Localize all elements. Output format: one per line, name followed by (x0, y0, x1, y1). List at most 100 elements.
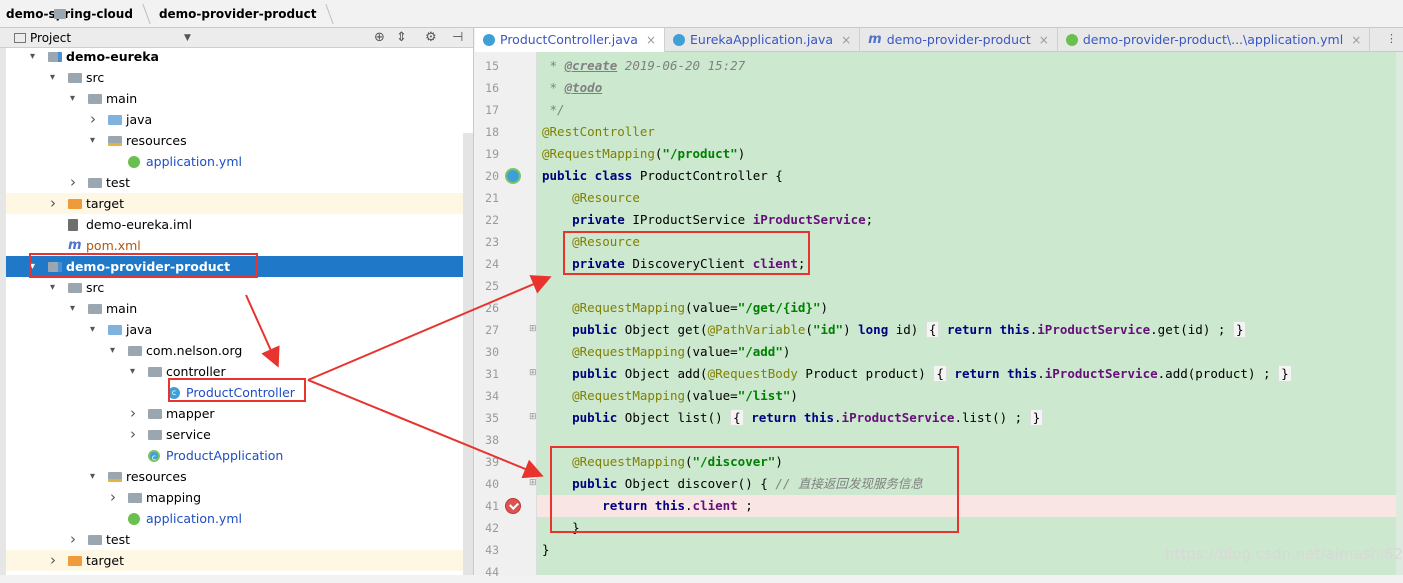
tree-item[interactable]: ▾ main (6, 88, 473, 109)
code-line[interactable]: @Resource (542, 231, 640, 253)
gear-icon[interactable]: ⚙ (425, 30, 437, 45)
tree-item[interactable]: ▾ resources (6, 130, 473, 151)
breadcrumb-item-module[interactable]: demo-provider-product (54, 0, 337, 28)
code-line[interactable]: @RequestMapping("/discover") (542, 451, 783, 473)
hide-icon[interactable]: ⊣ (452, 30, 463, 45)
chevron-right-icon[interactable]: › (70, 529, 76, 550)
code-line[interactable]: @RestController (542, 121, 655, 143)
fold-icon[interactable]: ⊞ (529, 368, 537, 378)
spring-bean-icon[interactable] (505, 168, 521, 184)
chevron-right-icon[interactable]: › (130, 424, 136, 445)
target-icon[interactable]: ⊕ (374, 30, 385, 45)
line-number: 23 (485, 235, 499, 249)
tree-item[interactable]: ▾ java (6, 319, 473, 340)
project-view-selector[interactable]: Project (30, 31, 71, 45)
tree-item[interactable]: › service (6, 424, 473, 445)
chevron-down-icon[interactable]: ▾ (130, 361, 135, 382)
tree-item[interactable]: m pom.xml (6, 235, 473, 256)
chevron-down-icon[interactable]: ▾ (90, 319, 95, 340)
close-icon[interactable]: × (841, 28, 851, 52)
fold-icon[interactable]: ⊞ (529, 324, 537, 334)
code-line[interactable]: public class ProductController { (542, 165, 783, 187)
editor-scrollbar[interactable] (1396, 52, 1403, 575)
tab-label: demo-provider-product (886, 32, 1031, 47)
code-line[interactable]: @RequestMapping(value="/add") (542, 341, 790, 363)
tree-item[interactable]: › target (6, 193, 473, 214)
code-line[interactable]: @RequestMapping(value="/get/{id}") (542, 297, 828, 319)
tree-item[interactable]: › test (6, 529, 473, 550)
editor-tab[interactable]: ProductController.java × (475, 28, 666, 52)
tree-item[interactable]: › mapper (6, 403, 473, 424)
chevron-right-icon[interactable]: › (110, 487, 116, 508)
close-icon[interactable]: × (1351, 28, 1361, 52)
code-line[interactable]: @RequestMapping(value="/list") (542, 385, 798, 407)
tree-item[interactable]: ▾ com.nelson.org (6, 340, 473, 361)
tree-item[interactable]: › test (6, 172, 473, 193)
code-line[interactable]: * @todo (542, 77, 603, 99)
code-line[interactable]: * @create 2019-06-20 15:27 (542, 55, 746, 77)
chevron-right-icon[interactable]: › (50, 550, 56, 571)
tree-item[interactable]: › java (6, 109, 473, 130)
chevron-down-icon[interactable]: ▾ (70, 88, 75, 109)
code-line[interactable]: } (542, 517, 580, 539)
chevron-right-icon[interactable]: › (90, 109, 96, 130)
chevron-down-icon[interactable]: ▾ (110, 340, 115, 361)
spring-config-icon (1065, 34, 1078, 46)
line-number: 27 (485, 323, 499, 337)
code-line[interactable]: } (542, 539, 550, 561)
code-line[interactable]: public Object get(@PathVariable("id") lo… (542, 319, 1247, 341)
chevron-right-icon[interactable]: › (50, 193, 56, 214)
tree-item[interactable]: application.yml (6, 151, 473, 172)
tree-item[interactable]: ▾ main (6, 298, 473, 319)
tree-item[interactable]: › target (6, 550, 473, 571)
chevron-down-icon[interactable]: ▾ (90, 466, 95, 487)
tree-item[interactable]: › mapping (6, 487, 473, 508)
spring-class-icon: c (148, 450, 160, 462)
chevron-down-icon[interactable]: ▾ (90, 130, 95, 151)
tree-item[interactable]: ▾ src (6, 277, 473, 298)
fold-icon[interactable]: ⊞ (529, 412, 537, 422)
code-line[interactable]: public Object list() { return this.iProd… (542, 407, 1044, 429)
chevron-down-icon[interactable]: ▼ (184, 33, 191, 43)
breadcrumb-item-root[interactable]: demo-spring-cloud (0, 0, 153, 28)
chevron-right-icon[interactable]: › (70, 172, 76, 193)
breakpoint-icon[interactable] (505, 498, 521, 514)
folder-icon (68, 73, 82, 83)
tree-item[interactable]: ▾ demo-provider-product (6, 256, 473, 277)
close-icon[interactable]: × (646, 28, 656, 52)
package-icon (148, 367, 162, 377)
editor-tab[interactable]: EurekaApplication.java × (665, 28, 861, 52)
tree-item[interactable]: ▾ demo-eureka (6, 46, 473, 67)
tree-scrollbar[interactable] (463, 133, 473, 575)
tree-item[interactable]: ▾ controller (6, 361, 473, 382)
code-line[interactable]: @RequestMapping("/product") (542, 143, 745, 165)
editor-tab[interactable]: demo-provider-product\...\application.ym… (1058, 28, 1371, 52)
chevron-right-icon[interactable]: › (130, 403, 136, 424)
collapse-icon[interactable]: ⇕ (396, 30, 407, 45)
tree-item[interactable]: demo-eureka.iml (6, 214, 473, 235)
chevron-down-icon[interactable]: ▾ (70, 298, 75, 319)
tree-item[interactable]: c ProductApplication (6, 445, 473, 466)
line-number: 18 (485, 125, 499, 139)
fold-icon[interactable]: ⊞ (529, 478, 537, 488)
code-line[interactable]: public Object add(@RequestBody Product p… (542, 363, 1292, 385)
tree-item[interactable]: ▾ resources (6, 466, 473, 487)
tree-item[interactable]: application.yml (6, 508, 473, 529)
tree-item[interactable]: c ProductController (6, 382, 473, 403)
code-line[interactable]: private DiscoveryClient client; (542, 253, 805, 275)
code-line[interactable]: */ (542, 99, 565, 121)
chevron-down-icon[interactable]: ▾ (50, 67, 55, 88)
tree-item[interactable]: ▾ src (6, 67, 473, 88)
tabs-menu-icon[interactable]: ⋮ (1386, 32, 1397, 45)
line-number: 34 (485, 389, 499, 403)
chevron-down-icon[interactable]: ▾ (50, 277, 55, 298)
code-line[interactable]: public Object discover() { // 直接返回发现服务信息 (542, 473, 923, 495)
line-number: 19 (485, 147, 499, 161)
code-line[interactable]: return this.client ; (542, 495, 753, 517)
chevron-down-icon[interactable]: ▾ (30, 256, 35, 277)
code-line[interactable]: private IProductService iProductService; (542, 209, 873, 231)
editor-tab[interactable]: m demo-provider-product × (860, 28, 1058, 52)
chevron-down-icon[interactable]: ▾ (30, 46, 35, 67)
code-line[interactable]: @Resource (542, 187, 640, 209)
close-icon[interactable]: × (1039, 28, 1049, 52)
